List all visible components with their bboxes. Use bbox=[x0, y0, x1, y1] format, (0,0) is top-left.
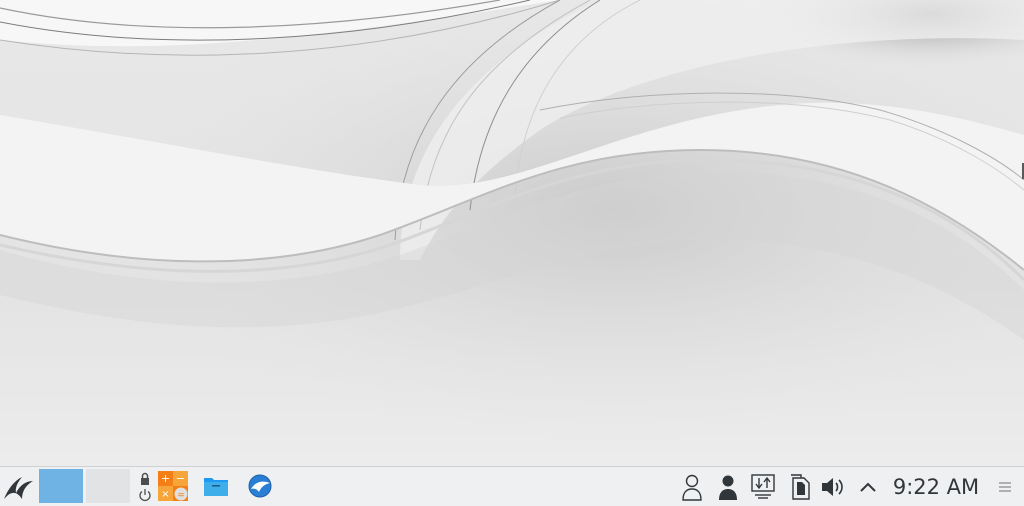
wallpaper-art bbox=[0, 0, 1024, 466]
app-launcher-button[interactable] bbox=[0, 470, 36, 504]
volume-icon bbox=[822, 478, 843, 496]
user-outline-icon bbox=[682, 474, 702, 501]
chevron-up-icon bbox=[860, 482, 876, 492]
lock-screen-button[interactable] bbox=[136, 471, 154, 487]
tray-volume[interactable] bbox=[819, 471, 849, 503]
taskbar-panel: + − × = 9:22 AM bbox=[0, 466, 1024, 506]
power-icon bbox=[139, 489, 151, 502]
tray-network-transfer[interactable] bbox=[748, 471, 778, 503]
task-web-browser[interactable] bbox=[243, 469, 277, 503]
tray-user-outline[interactable] bbox=[677, 471, 707, 503]
tray-expander[interactable] bbox=[853, 471, 883, 503]
pager-desktop-1[interactable] bbox=[39, 469, 83, 503]
desktop-wallpaper bbox=[0, 0, 1024, 466]
kde-app-launcher-icon bbox=[4, 477, 33, 499]
folder-icon bbox=[204, 478, 228, 496]
session-controls bbox=[136, 471, 154, 503]
svg-text:+: + bbox=[161, 472, 170, 485]
web-browser-icon bbox=[248, 474, 272, 498]
lock-icon bbox=[141, 472, 149, 485]
svg-text:×: × bbox=[161, 489, 169, 500]
power-button[interactable] bbox=[136, 487, 154, 503]
calculator-icon: + − × = bbox=[158, 471, 188, 501]
svg-text:=: = bbox=[177, 491, 185, 501]
clipboard-icon bbox=[791, 474, 810, 500]
task-file-manager[interactable] bbox=[199, 469, 233, 503]
network-transfer-icon bbox=[751, 474, 775, 499]
task-calculator[interactable]: + − × = bbox=[156, 469, 190, 503]
hamburger-menu-icon bbox=[999, 482, 1011, 492]
tray-user-filled[interactable] bbox=[713, 471, 743, 503]
panel-options-button[interactable] bbox=[993, 471, 1017, 503]
tray-clipboard[interactable] bbox=[785, 471, 815, 503]
pager-desktop-2[interactable] bbox=[86, 469, 130, 503]
digital-clock[interactable]: 9:22 AM bbox=[886, 471, 986, 503]
svg-text:−: − bbox=[176, 472, 185, 485]
user-filled-icon bbox=[719, 475, 737, 500]
